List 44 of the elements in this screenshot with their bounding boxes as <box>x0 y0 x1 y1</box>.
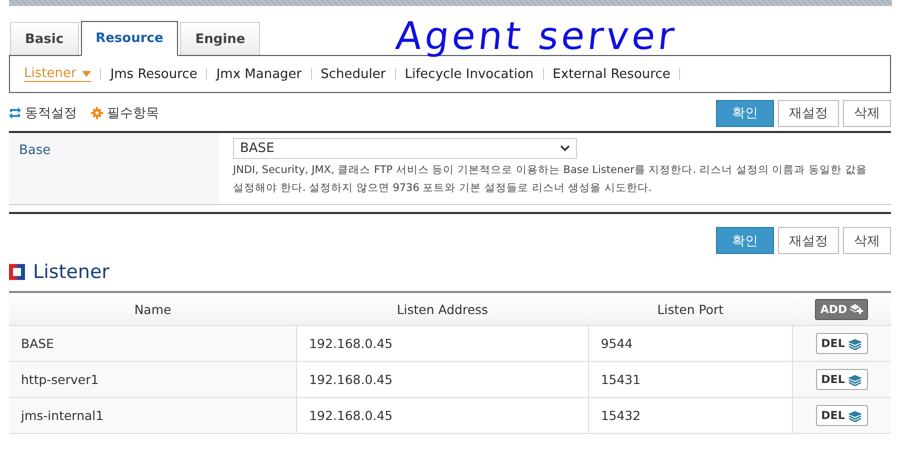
action-button[interactable]: 재설정 <box>778 100 839 126</box>
gear-icon <box>91 107 103 119</box>
stack-icon <box>846 338 863 350</box>
table-cell: 15431 <box>588 362 792 398</box>
legend-label: 필수항목 <box>107 105 159 122</box>
stack-icon <box>846 374 863 386</box>
table-cell: BASE <box>9 326 297 362</box>
table-cell: 9544 <box>588 326 792 362</box>
column-header: Listen Address <box>296 292 588 326</box>
delete-button[interactable]: DEL <box>816 369 868 390</box>
table-cell: 192.168.0.45 <box>296 398 588 434</box>
submenu-item[interactable]: Jms Resource <box>110 66 198 82</box>
caret-icon <box>82 70 92 76</box>
table-cell: jms-internal1 <box>9 398 297 434</box>
table-cell: 15432 <box>588 398 792 434</box>
action-button[interactable]: 재설정 <box>778 227 839 254</box>
tab[interactable]: Basic <box>10 22 79 55</box>
submenu-item[interactable]: Jmx Manager <box>216 66 302 82</box>
legend-label: 동적설정 <box>25 105 77 122</box>
submenu-item[interactable]: Scheduler <box>320 66 386 82</box>
table-cell: 192.168.0.45 <box>296 362 588 398</box>
handwritten-annotation: Agent server <box>394 14 680 58</box>
action-button[interactable]: 삭제 <box>843 227 891 254</box>
column-header: Name <box>9 292 297 326</box>
column-header: Listen Port <box>588 292 792 326</box>
section-title: Listener <box>33 261 110 283</box>
action-button[interactable]: 삭제 <box>843 100 891 126</box>
chevron-icon <box>560 145 570 152</box>
stack-icon <box>846 410 863 422</box>
section-icon <box>9 264 25 280</box>
field-description: JNDI, Security, JMX, 클래스 FTP 서비스 등이 기본적으로 이용하는 Base Listener를 지정한다. 리스너 설정의 이름과 동일한 값을 설정해야 한다. 설정하지 않으면 9736 포트와 기본 설정들로 리스너 생성을 시도한다. <box>233 163 868 196</box>
tab[interactable]: Engine <box>180 22 260 55</box>
refresh-icon <box>9 107 21 119</box>
submenu-item[interactable]: Lifecycle Invocation <box>404 66 534 82</box>
table-cell: http-server1 <box>9 362 297 398</box>
base-select[interactable]: BASE <box>233 138 577 159</box>
submenu-item[interactable]: External Resource <box>552 66 670 82</box>
add-button[interactable]: ADD <box>815 298 868 320</box>
table-cell: 192.168.0.45 <box>296 326 588 362</box>
delete-button[interactable]: DEL <box>816 405 868 426</box>
field-label: Base <box>9 133 219 204</box>
add-icon <box>849 303 864 315</box>
delete-button[interactable]: DEL <box>816 333 868 354</box>
tab[interactable]: Resource <box>80 21 178 56</box>
